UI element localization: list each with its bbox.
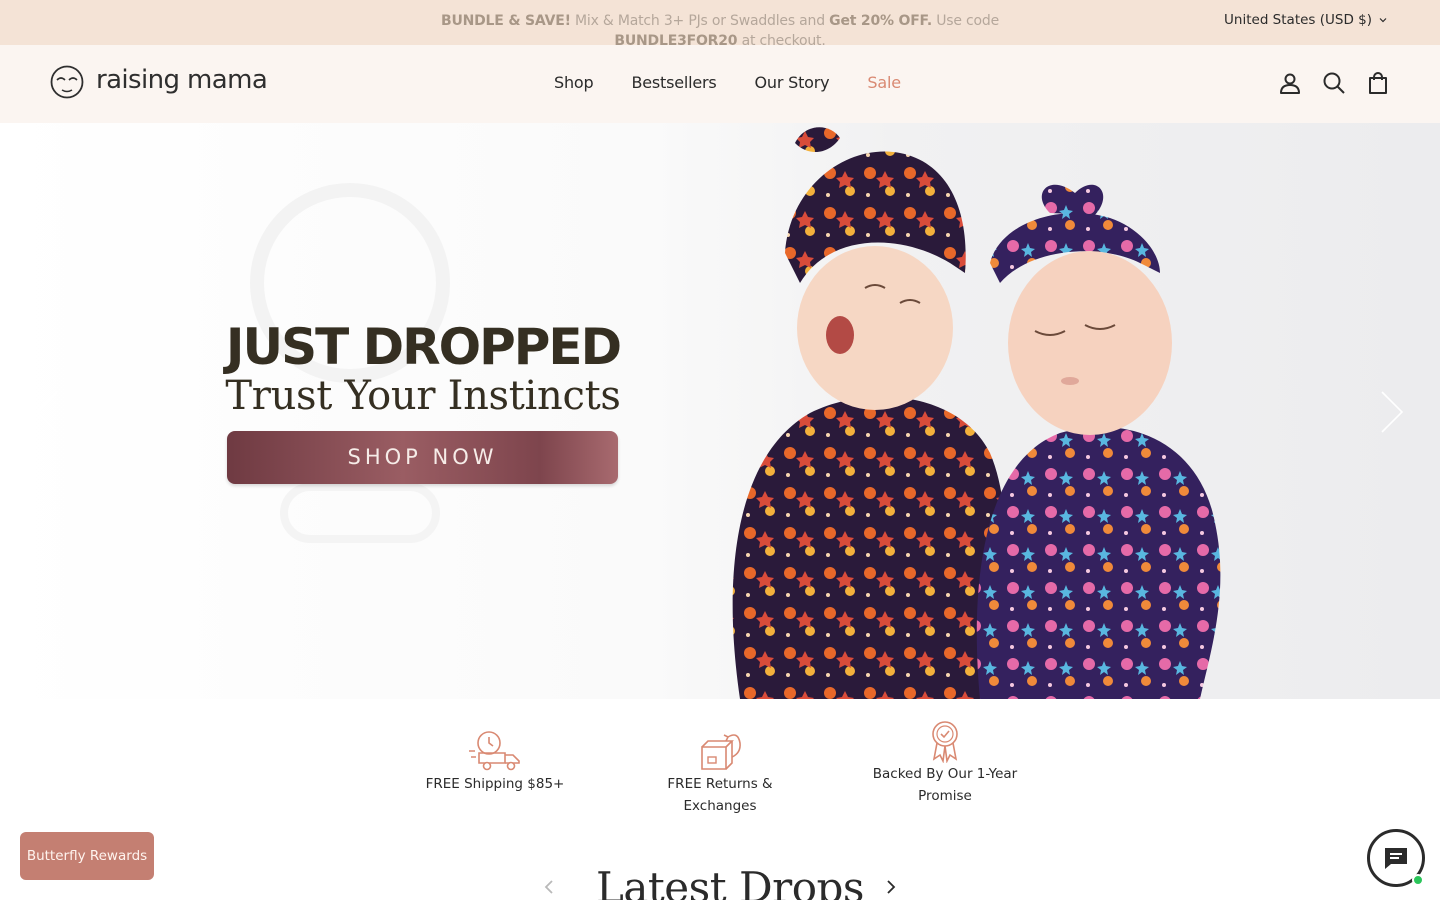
- award-ribbon-icon: [932, 721, 958, 763]
- hero-background-decor: [280, 483, 440, 543]
- logo-text: raising mama: [96, 65, 268, 95]
- benefit-label: Backed By Our 1-Year: [872, 766, 1018, 782]
- account-icon[interactable]: [1278, 71, 1302, 95]
- hero-subtitle: Trust Your Instincts: [225, 373, 621, 419]
- hero-title: JUST DROPPED: [225, 318, 622, 376]
- chevron-right-icon[interactable]: [882, 877, 900, 897]
- benefits-row: FREE Shipping $85+ FREE Returns & Exchan…: [0, 699, 1440, 829]
- announcement-bar: BUNDLE & SAVE! Mix & Match 3+ PJs or Swa…: [0, 0, 1440, 49]
- header-actions: [1278, 71, 1390, 95]
- announcement-bold: BUNDLE & SAVE!: [440, 13, 571, 29]
- announcement-segment: Use code: [931, 13, 1000, 29]
- truck-clock-icon: [469, 731, 520, 771]
- nav-bestsellers[interactable]: Bestsellers: [631, 73, 716, 92]
- currency-selector[interactable]: United States (USD $): [1224, 12, 1388, 28]
- chevron-left-icon[interactable]: [32, 389, 62, 435]
- chevron-down-icon: [1379, 18, 1387, 23]
- hero-image-babies: [732, 127, 1221, 699]
- chevron-left-icon[interactable]: [540, 877, 558, 897]
- chat-bubble-icon: [1385, 848, 1407, 869]
- nav-shop[interactable]: Shop: [554, 73, 594, 92]
- benefit-shipping: FREE Shipping $85+: [420, 729, 570, 795]
- cart-icon[interactable]: [1366, 71, 1390, 95]
- section-title-latest-drops: Latest Drops: [596, 863, 864, 900]
- benefit-label: FREE Returns & Exchanges: [667, 776, 773, 814]
- site-header: raising mama Shop Bestsellers Our Story …: [0, 45, 1440, 123]
- benefit-label: Promise: [918, 788, 972, 804]
- main-nav: Shop Bestsellers Our Story Sale: [554, 73, 939, 92]
- benefit-returns: FREE Returns & Exchanges: [630, 729, 810, 817]
- search-icon[interactable]: [1322, 71, 1346, 95]
- chat-button[interactable]: [1367, 829, 1425, 887]
- online-status-indicator: [1412, 874, 1424, 886]
- logo-icon: [50, 65, 84, 99]
- chevron-right-icon[interactable]: [1377, 389, 1407, 435]
- announcement-segment: Mix & Match 3+ PJs or Swaddles and: [570, 13, 830, 29]
- logo[interactable]: raising mama: [50, 64, 268, 102]
- shop-now-button[interactable]: SHOP NOW: [227, 431, 618, 484]
- currency-label: United States (USD $): [1224, 12, 1372, 28]
- nav-our-story[interactable]: Our Story: [755, 73, 830, 92]
- hero-banner: JUST DROPPED Trust Your Instincts SHOP N…: [0, 123, 1440, 699]
- benefit-label: FREE Shipping $85+: [425, 776, 565, 792]
- return-box-icon: [701, 734, 741, 770]
- announcement-discount: Get 20% OFF.: [829, 13, 932, 29]
- benefit-promise: Backed By Our 1-Year Promise: [870, 719, 1020, 807]
- nav-sale[interactable]: Sale: [867, 73, 901, 92]
- rewards-button[interactable]: Butterfly Rewards: [20, 832, 154, 880]
